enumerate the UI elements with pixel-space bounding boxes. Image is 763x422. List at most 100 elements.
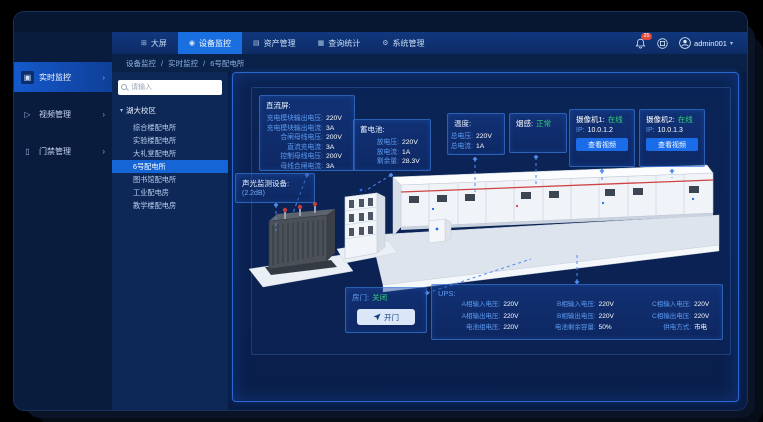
scene-small-cabinet [429, 219, 451, 243]
card-temperature: 温度: 总电压:220V 总电流:1A [447, 113, 505, 155]
tree-item-substation[interactable]: 教学楼配电房 [112, 199, 228, 212]
nav-tab-dashboard[interactable]: ⊞ 大屏 [130, 32, 178, 54]
metric-label: 充电模块输出电流: [267, 124, 323, 134]
ip-value: 10.0.1.3 [658, 127, 683, 134]
fullscreen-icon[interactable] [657, 38, 668, 49]
nav-tab-label: 大屏 [151, 38, 167, 49]
card-title: UPS: [438, 289, 716, 298]
chevron-right-icon: › [102, 147, 105, 156]
nav-tab-label: 查询统计 [328, 38, 360, 49]
search-icon [120, 83, 129, 92]
tree-item-substation[interactable]: 大礼堂配电所 [112, 147, 228, 160]
metric-value: 50% [599, 324, 621, 333]
screen-icon: ⊞ [141, 39, 147, 47]
sidebar-item-video-management[interactable]: ▷ 视频管理 › [14, 99, 112, 129]
nav-tab-label: 资产管理 [264, 38, 296, 49]
tree-item-substation[interactable]: 实验楼配电所 [112, 134, 228, 147]
sidebar-item-access-control[interactable]: ▯ 门禁管理 › [14, 136, 112, 166]
send-icon [373, 313, 381, 321]
gear-icon: ⚙ [382, 39, 388, 47]
status-badge: 在线 [678, 114, 693, 125]
card-title: 温度: [454, 118, 498, 129]
metric-label: 剩余量: [377, 157, 399, 167]
breadcrumb-item[interactable]: 实时监控 [168, 58, 198, 69]
breadcrumb-separator: / [161, 59, 163, 68]
metric-label: 充电模块输出电压: [267, 114, 323, 124]
nav-tab-system[interactable]: ⚙ 系统管理 [371, 32, 435, 54]
notification-bell-icon[interactable]: 25 [635, 38, 646, 49]
metric-label: 控制母线电压: [280, 152, 323, 162]
nav-tab-label: 系统管理 [393, 38, 425, 49]
window-top-strip [14, 12, 747, 32]
alarm-value: (2.2dB) [242, 190, 308, 197]
nav-tab-assets[interactable]: ▤ 资产管理 [242, 32, 307, 54]
metric-value: 220V [503, 301, 525, 310]
metric-label: 供电方式: [663, 324, 691, 333]
app-window: ⊞ 大屏 ◉ 设备监控 ▤ 资产管理 ▦ 查询统计 ⚙ 系统管理 25 [14, 12, 747, 410]
card-title: 蓄电池: [360, 124, 424, 135]
card-smoke-sensor: 烟感: 正常 [509, 113, 567, 153]
metric-label: C相输入电压: [652, 301, 691, 310]
sidebar-item-label: 实时监控 [39, 72, 71, 83]
ip-label: IP: [646, 127, 655, 134]
metric-value: 220V [503, 313, 525, 322]
metric-value: 3A [326, 162, 348, 172]
tree-root-node[interactable]: ▾ 湖大校区 [112, 105, 228, 121]
view-video-button[interactable]: 查看视频 [576, 138, 628, 151]
scene-battery-rack [345, 189, 385, 259]
metric-value: 220V [503, 324, 525, 333]
metric-label: B相输入电压: [557, 301, 596, 310]
open-door-button[interactable]: 开门 [357, 309, 415, 325]
metric-label: 电池剩余容量: [555, 324, 596, 333]
status-badge: 在线 [608, 114, 623, 125]
logo-zone [14, 32, 112, 54]
card-title: 房门: [352, 292, 369, 303]
search-input[interactable] [129, 83, 220, 92]
view-video-button[interactable]: 查看视频 [646, 138, 698, 151]
metric-label: 电池组电压: [466, 324, 500, 333]
metric-label: A相输出电压: [462, 313, 501, 322]
tree-collapse-icon: ▾ [120, 107, 123, 114]
realtime-monitor-icon: ▣ [21, 71, 34, 84]
metric-value: 200V [326, 133, 348, 143]
card-camera-1: 摄像机1: 在线 IP: 10.0.1.2 查看视频 [569, 109, 635, 167]
nav-tab-statistics[interactable]: ▦ 查询统计 [307, 32, 372, 54]
ip-label: IP: [576, 127, 585, 134]
sidebar-item-realtime-monitor[interactable]: ▣ 实时监控 › [14, 62, 112, 92]
metric-value: 220V [694, 301, 716, 310]
user-menu[interactable]: admin001 ▾ [679, 37, 733, 49]
chevron-right-icon: › [102, 73, 105, 82]
card-title: 摄像机2: [646, 114, 675, 125]
metric-value: 1A [402, 148, 424, 158]
tree-item-substation[interactable]: 综合楼配电所 [112, 121, 228, 134]
tree-search-box[interactable] [118, 80, 222, 95]
tree-item-substation[interactable]: 图书馆配电所 [112, 173, 228, 186]
metric-value: 220V [326, 114, 348, 124]
card-camera-2: 摄像机2: 在线 IP: 10.0.1.3 查看视频 [639, 109, 705, 167]
metric-value: 220V [694, 313, 716, 322]
metric-value: 220V [599, 301, 621, 310]
status-badge: 关闭 [372, 292, 387, 303]
breadcrumb-item[interactable]: 设备监控 [126, 58, 156, 69]
sidebar-item-label: 视频管理 [39, 109, 71, 120]
breadcrumb-item-current: 6号配电所 [210, 58, 244, 69]
card-sound-light-alarm: 声光监测设备: (2.2dB) [235, 173, 315, 203]
metric-label: B相输出电压: [557, 313, 596, 322]
tree-item-substation-active[interactable]: 6号配电所 [112, 160, 228, 173]
card-title: 烟感: [516, 118, 533, 129]
breadcrumb-separator: / [203, 59, 205, 68]
card-battery: 蓄电池: 放电压:220V 放电流:1A 剩余量:28.3V [353, 119, 431, 171]
navbar-right-cluster: 25 admin001 ▾ [635, 37, 747, 49]
chevron-down-icon: ▾ [730, 40, 733, 47]
sidebar-item-label: 门禁管理 [39, 146, 71, 157]
metric-label: 放电流: [377, 148, 399, 158]
tree-item-substation[interactable]: 工业配电房 [112, 186, 228, 199]
chevron-right-icon: › [102, 110, 105, 119]
nav-tab-device-monitor[interactable]: ◉ 设备监控 [178, 32, 242, 54]
metric-value: 220V [599, 313, 621, 322]
metric-value: 市电 [694, 324, 716, 333]
metric-value: 28.3V [402, 157, 424, 167]
asset-icon: ▤ [253, 39, 260, 47]
metric-label: C相输出电压: [652, 313, 691, 322]
avatar [679, 37, 691, 49]
